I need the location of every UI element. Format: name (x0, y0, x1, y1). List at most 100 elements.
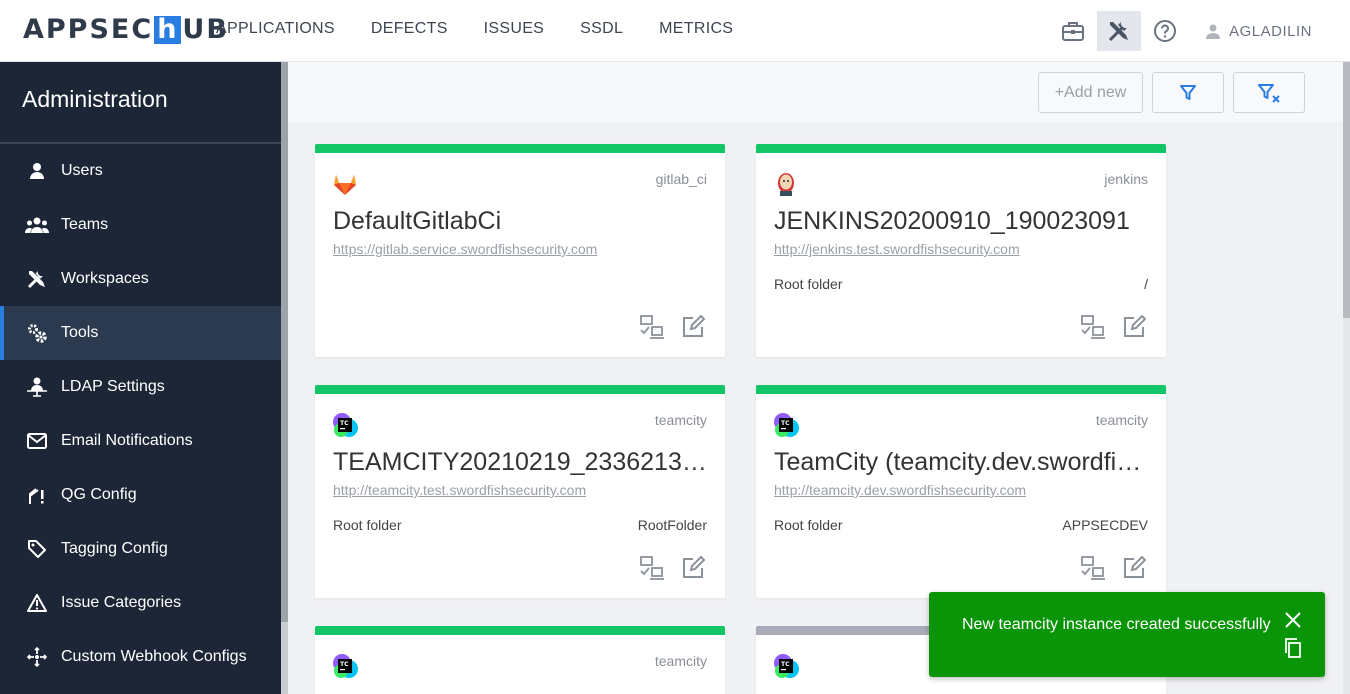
computer-check-icon (1081, 315, 1105, 339)
check-connection-button[interactable] (638, 554, 666, 582)
tool-card[interactable]: TC teamcity TEAMCITY20210219_233621356 h… (315, 385, 725, 598)
svg-text:TC: TC (781, 420, 790, 427)
sidebar-item-qg-config[interactable]: QG Config (0, 468, 281, 522)
sidebar-item-custom-webhook-configs[interactable]: Custom Webhook Configs (0, 630, 281, 684)
mail-icon (24, 430, 50, 452)
team-icon (24, 214, 50, 236)
app-logo[interactable]: APPSEC h UB (23, 14, 229, 45)
teamcity-icon: TC (774, 654, 799, 678)
tool-type: teamcity (654, 653, 707, 669)
gitlab-icon (334, 175, 356, 195)
teamcity-icon: TC (774, 413, 799, 437)
close-icon[interactable] (1283, 610, 1303, 630)
nav-metrics[interactable]: METRICS (659, 20, 733, 38)
check-connection-button[interactable] (1079, 554, 1107, 582)
root-folder-value: RootFolder (637, 517, 707, 533)
tools-icon[interactable] (1097, 11, 1142, 51)
sidebar-scrollbar-thumb[interactable] (281, 62, 288, 622)
main-scrollbar-thumb[interactable] (1343, 62, 1350, 318)
top-bar: APPSEC h UB APPLICATIONS DEFECTS ISSUES SS… (0, 0, 1350, 62)
gate-icon (24, 484, 50, 506)
root-folder-value: APPSECDEV (1062, 517, 1148, 533)
user-menu[interactable]: AGLADILIN (1205, 23, 1312, 40)
wrench-icon (24, 268, 50, 290)
edit-icon (683, 556, 705, 578)
tool-url[interactable]: http://teamcity.test.swordfishsecurity.c… (333, 482, 586, 498)
user-avatar-icon (1206, 24, 1221, 39)
tool-card[interactable]: gitlab_ci DefaultGitlabCi https://gitlab… (315, 144, 725, 357)
briefcase-icon[interactable] (1051, 11, 1095, 51)
add-new-button[interactable]: +Add new (1038, 72, 1143, 113)
tool-title: JENKINS20200910_190023091 (774, 207, 1130, 235)
jenkins-icon (778, 173, 794, 196)
success-toast: New teamcity instance created successful… (929, 592, 1325, 677)
root-folder-label: Root folder (774, 276, 843, 292)
copy-icon[interactable] (1283, 637, 1303, 659)
edit-button[interactable] (1120, 313, 1148, 341)
toolbar: +Add new (288, 62, 1343, 122)
tool-url[interactable]: http://jenkins.test.swordfishsecurity.co… (774, 241, 1020, 257)
main-nav: APPLICATIONS DEFECTS ISSUES SSDL METRICS (216, 20, 733, 38)
sidebar-item-issue-categories[interactable]: Issue Categories (0, 576, 281, 630)
computer-check-icon (1081, 556, 1105, 580)
edit-icon (1124, 556, 1146, 578)
tool-type: teamcity (1095, 412, 1148, 428)
sidebar-item-email-notifications[interactable]: Email Notifications (0, 414, 281, 468)
edit-button[interactable] (1120, 554, 1148, 582)
nav-applications[interactable]: APPLICATIONS (216, 20, 335, 38)
sidebar: Administration Users Teams Workspaces To… (0, 62, 281, 694)
edit-icon (683, 315, 705, 337)
svg-text:TC: TC (781, 661, 790, 668)
root-folder-value: / (1144, 276, 1148, 292)
check-connection-button[interactable] (638, 313, 666, 341)
tool-title: DefaultGitlabCi (333, 207, 502, 235)
top-icons: AGLADILIN (1051, 10, 1350, 52)
tool-card[interactable]: jenkins JENKINS20200910_190023091 http:/… (756, 144, 1166, 357)
nav-ssdl[interactable]: SSDL (580, 20, 623, 38)
toast-message: New teamcity instance created successful… (962, 616, 1271, 633)
sidebar-item-tagging-config[interactable]: Tagging Config (0, 522, 281, 576)
check-connection-button[interactable] (1079, 313, 1107, 341)
filter-clear-icon (1258, 83, 1280, 103)
computer-check-icon (640, 556, 664, 580)
root-folder-label: Root folder (774, 517, 843, 533)
edit-icon (1124, 315, 1146, 337)
tool-url[interactable]: http://teamcity.dev.swordfishsecurity.co… (774, 482, 1026, 498)
nav-defects[interactable]: DEFECTS (371, 20, 448, 38)
filter-icon (1180, 84, 1196, 100)
tool-card[interactable]: TC teamcity TeamCity (teamcity.dev.sword… (756, 385, 1166, 598)
tool-type: teamcity (654, 412, 707, 428)
root-folder-label: Root folder (333, 517, 402, 533)
clear-filter-button[interactable] (1233, 72, 1305, 113)
computer-check-icon (640, 315, 664, 339)
teamcity-icon: TC (333, 413, 358, 437)
webhook-icon (24, 646, 50, 668)
svg-text:TC: TC (340, 661, 349, 668)
tag-icon (24, 538, 50, 560)
tool-url[interactable]: https://gitlab.service.swordfishsecurity… (333, 241, 597, 257)
edit-button[interactable] (679, 313, 707, 341)
ldap-icon (24, 376, 50, 398)
user-icon (24, 160, 50, 182)
sidebar-menu: Users Teams Workspaces Tools LDAP Settin… (0, 144, 281, 684)
nav-issues[interactable]: ISSUES (484, 20, 545, 38)
tool-title: TeamCity (teamcity.dev.swordfishsecurity… (774, 448, 1150, 476)
sidebar-title: Administration (0, 62, 281, 144)
edit-button[interactable] (679, 554, 707, 582)
warning-icon (24, 592, 50, 614)
tool-card[interactable]: TC teamcity (315, 626, 725, 694)
tool-type: gitlab_ci (655, 171, 707, 187)
sidebar-item-teams[interactable]: Teams (0, 198, 281, 252)
sidebar-item-ldap-settings[interactable]: LDAP Settings (0, 360, 281, 414)
teamcity-icon: TC (333, 654, 358, 678)
sidebar-item-workspaces[interactable]: Workspaces (0, 252, 281, 306)
cogs-icon (24, 322, 50, 344)
filter-button[interactable] (1152, 72, 1224, 113)
help-icon[interactable] (1143, 11, 1187, 51)
sidebar-item-users[interactable]: Users (0, 144, 281, 198)
tool-type: jenkins (1104, 171, 1148, 187)
tool-title: TEAMCITY20210219_233621356 (333, 448, 709, 476)
svg-text:TC: TC (340, 420, 349, 427)
user-name: AGLADILIN (1229, 22, 1312, 40)
sidebar-item-tools[interactable]: Tools (0, 306, 281, 360)
